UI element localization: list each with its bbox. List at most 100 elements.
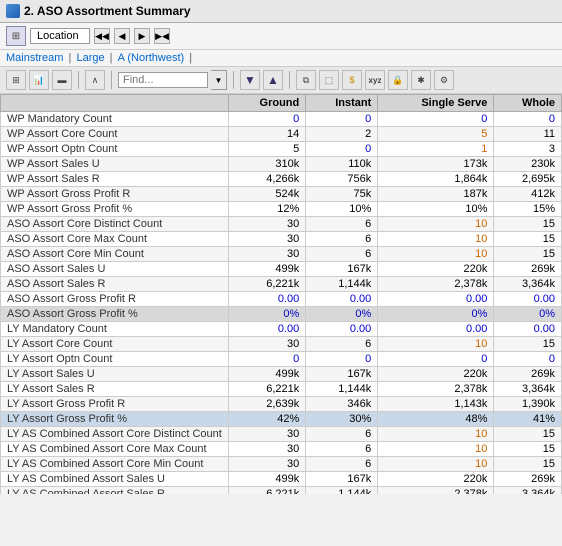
tool-btn-3[interactable]: $	[342, 70, 362, 90]
title-icon	[6, 4, 20, 18]
breadcrumb-item-0[interactable]: Mainstream	[6, 52, 63, 64]
row-label: LY Assort Core Count	[1, 337, 229, 352]
table-row: LY AS Combined Assort Sales U499k167k220…	[1, 472, 562, 487]
row-cell-whole: 15	[494, 457, 562, 472]
find-dropdown-btn[interactable]: ▼	[211, 70, 227, 90]
row-cell-instant: 110k	[306, 157, 378, 172]
row-cell-ground: 2,639k	[228, 397, 305, 412]
table-row: ASO Assort Gross Profit R0.000.000.000.0…	[1, 292, 562, 307]
bar-view-btn[interactable]: ▬	[52, 70, 72, 90]
nav-last-btn[interactable]: ▶◀	[154, 28, 170, 44]
table-row: WP Assort Gross Profit %12%10%10%15%	[1, 202, 562, 217]
row-label: WP Assort Sales U	[1, 157, 229, 172]
tool-btn-1[interactable]: ⧉	[296, 70, 316, 90]
row-cell-single_serve: 0.00	[378, 292, 494, 307]
data-table: Ground Instant Single Serve Whole WP Man…	[0, 94, 562, 494]
nav-first-btn[interactable]: ◀◀	[94, 28, 110, 44]
row-cell-whole: 3,364k	[494, 487, 562, 495]
row-label: ASO Assort Core Max Count	[1, 232, 229, 247]
row-cell-whole: 1,390k	[494, 397, 562, 412]
row-cell-single_serve: 10	[378, 337, 494, 352]
breadcrumb-item-1[interactable]: Large	[76, 52, 104, 64]
row-cell-ground: 30	[228, 427, 305, 442]
table-row: WP Assort Optn Count5013	[1, 142, 562, 157]
table-row: LY AS Combined Assort Core Distinct Coun…	[1, 427, 562, 442]
row-label: ASO Assort Gross Profit %	[1, 307, 229, 322]
row-cell-instant: 6	[306, 217, 378, 232]
row-cell-whole: 3	[494, 142, 562, 157]
row-cell-instant: 30%	[306, 412, 378, 427]
row-label: WP Mandatory Count	[1, 112, 229, 127]
row-cell-ground: 499k	[228, 262, 305, 277]
tool-btn-5[interactable]: 🔒	[388, 70, 408, 90]
row-cell-ground: 30	[228, 232, 305, 247]
row-label: WP Assort Gross Profit R	[1, 187, 229, 202]
row-cell-instant: 6	[306, 457, 378, 472]
scroll-down-btn[interactable]: ▼	[240, 70, 260, 90]
table-row: LY AS Combined Assort Sales R6,221k1,144…	[1, 487, 562, 495]
row-cell-single_serve: 48%	[378, 412, 494, 427]
row-cell-ground: 6,221k	[228, 382, 305, 397]
toolbar-sep-4	[289, 71, 290, 89]
grid-icon-small[interactable]: ⊞	[6, 26, 26, 46]
col-header-whole: Whole	[494, 95, 562, 112]
row-label: LY Assort Gross Profit %	[1, 412, 229, 427]
table-row: LY Assort Sales R6,221k1,144k2,378k3,364…	[1, 382, 562, 397]
row-cell-instant: 0	[306, 142, 378, 157]
row-cell-ground: 4,266k	[228, 172, 305, 187]
row-cell-ground: 30	[228, 217, 305, 232]
table-row: LY Assort Gross Profit R2,639k346k1,143k…	[1, 397, 562, 412]
tool-btn-2[interactable]: ⬚	[319, 70, 339, 90]
table-row: LY Assort Core Count3061015	[1, 337, 562, 352]
row-cell-instant: 756k	[306, 172, 378, 187]
row-cell-ground: 0	[228, 352, 305, 367]
table-row: WP Assort Core Count142511	[1, 127, 562, 142]
line-view-btn[interactable]: ∧	[85, 70, 105, 90]
row-cell-ground: 310k	[228, 157, 305, 172]
breadcrumb-sep-0: |	[69, 52, 75, 64]
row-label: LY AS Combined Assort Sales U	[1, 472, 229, 487]
tool-btn-4[interactable]: xyz	[365, 70, 385, 90]
row-cell-single_serve: 10	[378, 427, 494, 442]
row-cell-single_serve: 10	[378, 217, 494, 232]
tool-btn-6[interactable]: ✱	[411, 70, 431, 90]
tool-btn-7[interactable]: ⚙	[434, 70, 454, 90]
row-cell-single_serve: 10	[378, 442, 494, 457]
row-cell-instant: 75k	[306, 187, 378, 202]
table-row: ASO Assort Gross Profit %0%0%0%0%	[1, 307, 562, 322]
chart-view-btn[interactable]: 📊	[29, 70, 49, 90]
row-cell-whole: 15	[494, 442, 562, 457]
row-label: WP Assort Optn Count	[1, 142, 229, 157]
row-cell-whole: 15%	[494, 202, 562, 217]
row-label: ASO Assort Sales R	[1, 277, 229, 292]
row-label: ASO Assort Core Min Count	[1, 247, 229, 262]
col-header-label	[1, 95, 229, 112]
row-label: WP Assort Gross Profit %	[1, 202, 229, 217]
row-label: LY AS Combined Assort Core Min Count	[1, 457, 229, 472]
nav-prev-btn[interactable]: ◀	[114, 28, 130, 44]
row-cell-ground: 12%	[228, 202, 305, 217]
toolbar: ⊞ 📊 ▬ ∧ ▼ ▼ ▲ ⧉ ⬚ $ xyz 🔒 ✱ ⚙	[0, 67, 562, 94]
title-bar: 2. ASO Assortment Summary	[0, 0, 562, 23]
row-label: LY Assort Gross Profit R	[1, 397, 229, 412]
nav-next-btn[interactable]: ▶	[134, 28, 150, 44]
row-cell-whole: 15	[494, 217, 562, 232]
row-cell-single_serve: 10	[378, 232, 494, 247]
row-cell-ground: 30	[228, 442, 305, 457]
row-label: WP Assort Sales R	[1, 172, 229, 187]
row-cell-instant: 6	[306, 427, 378, 442]
grid-view-btn[interactable]: ⊞	[6, 70, 26, 90]
table-row: ASO Assort Core Distinct Count3061015	[1, 217, 562, 232]
table-row: WP Assort Sales U310k110k173k230k	[1, 157, 562, 172]
col-header-ground: Ground	[228, 95, 305, 112]
breadcrumb-item-2[interactable]: A (Northwest)	[118, 52, 185, 64]
row-cell-instant: 346k	[306, 397, 378, 412]
scroll-up-btn[interactable]: ▲	[263, 70, 283, 90]
table-row: LY Mandatory Count0.000.000.000.00	[1, 322, 562, 337]
row-cell-instant: 6	[306, 442, 378, 457]
location-label: Location	[30, 28, 90, 44]
row-cell-instant: 0%	[306, 307, 378, 322]
row-cell-whole: 0.00	[494, 322, 562, 337]
find-input[interactable]	[118, 72, 208, 88]
row-cell-instant: 6	[306, 337, 378, 352]
